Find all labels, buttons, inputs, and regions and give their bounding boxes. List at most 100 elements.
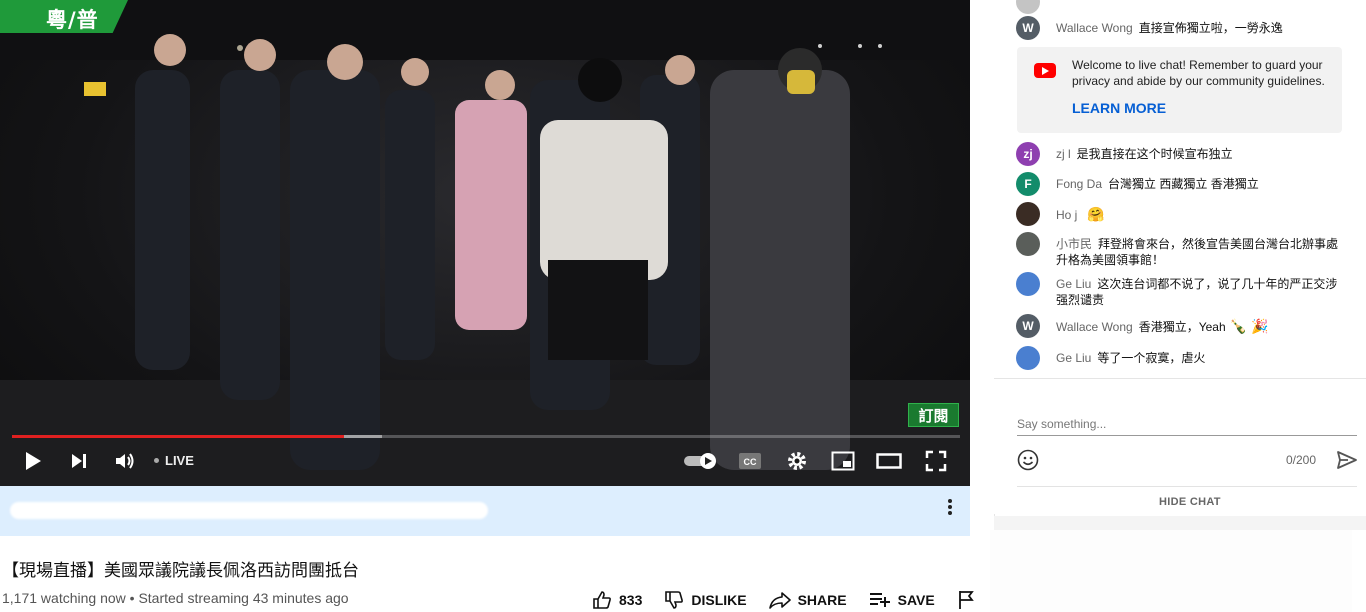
thumbs-up-icon — [593, 591, 611, 609]
play-button[interactable] — [20, 448, 46, 474]
chat-message-body: Wallace Wong 直接宣佈獨立啦，一勞永逸 — [1056, 20, 1283, 36]
chat-author[interactable]: 小市民 — [1056, 237, 1092, 251]
play-icon — [26, 452, 41, 470]
banner-menu-button[interactable] — [940, 498, 960, 524]
subtitles-button[interactable]: CC — [737, 448, 763, 474]
save-icon — [869, 593, 890, 607]
theater-mode-button[interactable] — [876, 448, 902, 474]
progress-bar[interactable] — [12, 435, 960, 438]
welcome-text: Welcome to live chat! Remember to guard … — [1072, 58, 1325, 88]
live-dot — [154, 458, 159, 463]
chat-author[interactable]: Fong Da — [1056, 177, 1102, 191]
chat-message-body: Ho j 🤗 — [1056, 206, 1105, 223]
chat-emoji: 🤗 — [1087, 206, 1105, 222]
autoplay-toggle-icon — [684, 453, 716, 469]
save-button[interactable]: SAVE — [869, 591, 935, 609]
chat-message-body: Wallace Wong 香港獨立，Yeah 🍾 🎉 — [1056, 318, 1268, 335]
avatar[interactable] — [1016, 346, 1040, 370]
chat-message: zj zj l 是我直接在这个时候宣布独立 — [1016, 142, 1342, 166]
chat-author[interactable]: Wallace Wong — [1056, 21, 1133, 35]
svg-text:CC: CC — [744, 457, 757, 467]
share-icon — [768, 592, 791, 609]
miniplayer-icon — [831, 451, 855, 471]
youtube-icon — [1034, 63, 1056, 78]
chat-message: Ge Liu 这次连台词都不说了，说了几十年的严正交涉强烈谴责 — [1016, 272, 1342, 308]
like-count: 833 — [619, 592, 643, 608]
chat-author[interactable]: Ho j — [1056, 208, 1077, 222]
chat-message: F Fong Da 台灣獨立 西藏獨立 香港獨立 — [1016, 172, 1342, 196]
live-indicator[interactable]: LIVE — [154, 453, 194, 468]
page: 粵/普 訂閱 LIVE CC 【現場直播】美國眾議院議長佩洛西訪問團抵台 1,1… — [0, 0, 1366, 612]
kebab-icon — [948, 499, 952, 515]
chat-message: Ho j 🤗 — [1016, 202, 1342, 226]
send-icon[interactable] — [1336, 449, 1358, 471]
avatar — [1016, 0, 1040, 14]
video-meta: 1,171 watching now • Started streaming 4… — [2, 590, 349, 606]
avatar[interactable] — [1016, 202, 1040, 226]
chat-input-panel: Say something... 0/200 HIDE CHAT — [994, 378, 1366, 514]
avatar[interactable] — [1016, 272, 1040, 296]
avatar[interactable]: W — [1016, 314, 1040, 338]
next-icon — [72, 454, 86, 468]
char-counter: 0/200 — [1286, 453, 1317, 467]
dislike-button[interactable]: DISLIKE — [664, 590, 747, 610]
subscribe-watermark[interactable]: 訂閱 — [908, 403, 959, 427]
emoji-icon[interactable] — [1017, 449, 1039, 471]
chat-message-body: 小市民 拜登將會來台，然後宣告美國台灣台北辦事處升格為美國領事館！ — [1056, 236, 1342, 268]
chat-message: Ge Liu 等了一个寂寞，虐火 — [1016, 346, 1342, 370]
avatar[interactable]: zj — [1016, 142, 1040, 166]
avatar[interactable] — [1016, 232, 1040, 256]
share-button[interactable]: SHARE — [768, 590, 847, 610]
volume-button[interactable] — [112, 448, 138, 474]
avatar[interactable]: W — [1016, 16, 1040, 40]
chat-text: 等了一个寂寞，虐火 — [1097, 351, 1206, 365]
cc-icon: CC — [739, 453, 761, 469]
chat-text: 这次连台词都不说了，说了几十年的严正交涉强烈谴责 — [1056, 277, 1338, 307]
video-player[interactable]: 粵/普 訂閱 LIVE CC — [0, 0, 970, 486]
chat-emoji: 🍾 🎉 — [1229, 318, 1269, 334]
stream-start-time: Started streaming 43 minutes ago — [138, 590, 349, 606]
next-button[interactable] — [66, 448, 92, 474]
video-actions: 833 DISLIKE SHARE SAVE — [592, 590, 975, 610]
dislike-label: DISLIKE — [691, 592, 747, 608]
redacted-sidebar-content — [990, 530, 1352, 612]
chat-author[interactable]: Wallace Wong — [1056, 320, 1133, 334]
watching-count: 1,171 watching now — [2, 590, 126, 606]
chat-text: 是我直接在这个时候宣布独立 — [1076, 147, 1233, 161]
autoplay-toggle[interactable] — [683, 448, 719, 474]
hide-chat-divider — [1017, 486, 1357, 487]
miniplayer-button[interactable] — [830, 448, 856, 474]
chat-author[interactable]: Ge Liu — [1056, 351, 1091, 365]
live-chat: W Wallace Wong 直接宣佈獨立啦，一勞永逸 zj zj l 是我直接在这个时候… — [994, 0, 1366, 378]
volume-icon — [116, 453, 134, 469]
gear-icon — [788, 452, 806, 470]
hide-chat-button[interactable]: HIDE CHAT — [1159, 496, 1221, 508]
chat-author[interactable]: zj l — [1056, 147, 1071, 161]
video-title: 【現場直播】美國眾議院議長佩洛西訪問團抵台 — [2, 561, 359, 581]
fullscreen-button[interactable] — [923, 448, 949, 474]
progress-played — [12, 435, 344, 438]
report-button[interactable] — [957, 590, 975, 610]
chat-author[interactable]: Ge Liu — [1056, 277, 1091, 291]
fullscreen-icon — [925, 450, 947, 472]
learn-more-link[interactable]: LEARN MORE — [1072, 100, 1166, 116]
chat-message: 小市民 拜登將會來台，然後宣告美國台灣台北辦事處升格為美國領事館！ — [1016, 232, 1342, 268]
theater-icon — [876, 453, 902, 469]
chat-text: 香港獨立，Yeah — [1138, 320, 1226, 334]
chat-text: 台灣獨立 西藏獨立 香港獨立 — [1108, 177, 1259, 191]
chat-message-body: Ge Liu 等了一个寂寞，虐火 — [1056, 350, 1205, 366]
like-button[interactable]: 833 — [592, 590, 642, 610]
share-label: SHARE — [797, 592, 847, 608]
chat-message-body: Fong Da 台灣獨立 西藏獨立 香港獨立 — [1056, 176, 1259, 192]
flag-icon — [958, 591, 974, 609]
chat-input-underline — [1017, 435, 1357, 436]
chat-message: W Wallace Wong 直接宣佈獨立啦，一勞永逸 — [1016, 16, 1342, 40]
chat-message-body: Ge Liu 这次连台词都不说了，说了几十年的严正交涉强烈谴责 — [1056, 276, 1342, 308]
language-badge: 粵/普 — [0, 0, 128, 33]
settings-button[interactable] — [784, 448, 810, 474]
chat-text: 直接宣佈獨立啦，一勞永逸 — [1138, 21, 1283, 35]
chat-message-body: zj l 是我直接在这个时候宣布独立 — [1056, 146, 1233, 162]
save-label: SAVE — [897, 592, 935, 608]
chat-input[interactable]: Say something... — [1017, 417, 1106, 431]
avatar[interactable]: F — [1016, 172, 1040, 196]
